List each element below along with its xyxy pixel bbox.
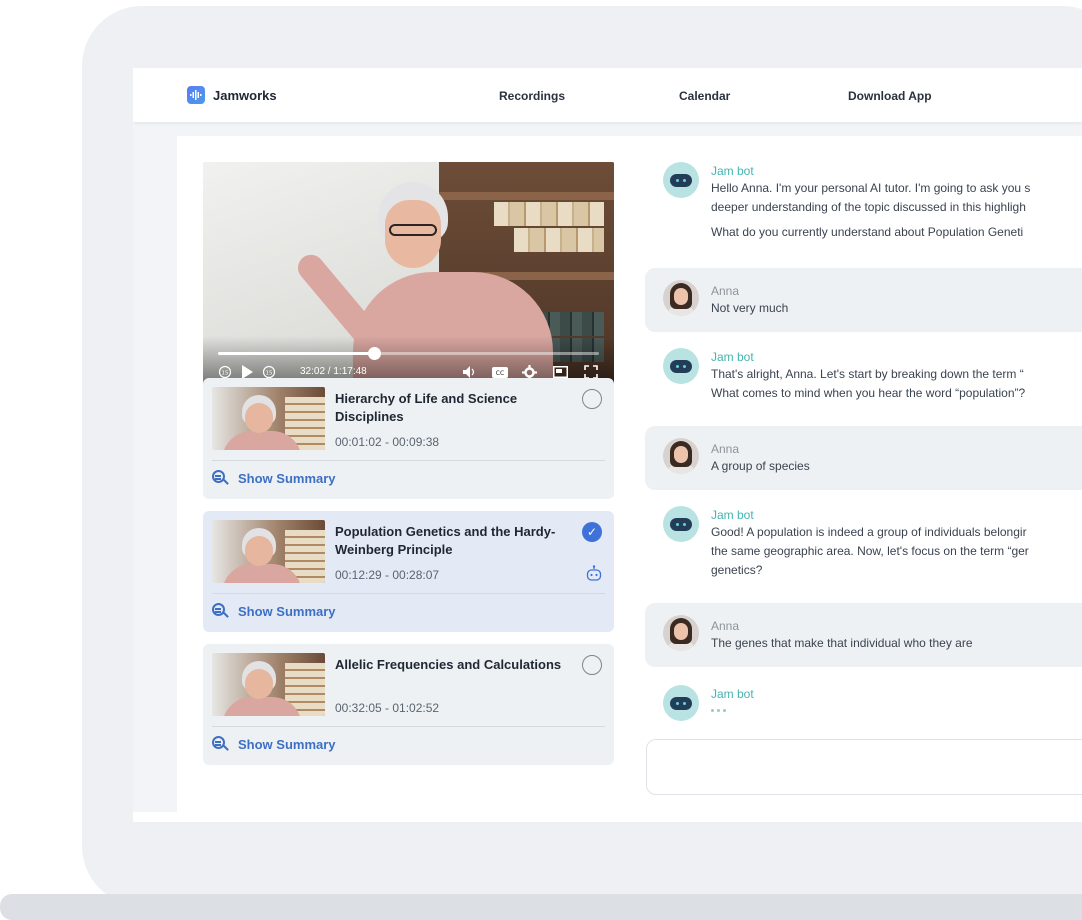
segment-divider: [212, 726, 605, 727]
user-avatar: [663, 280, 699, 316]
message-sender: Jam bot: [711, 508, 754, 522]
message-text-line: genetics?: [711, 563, 763, 577]
message-text-line: Not very much: [711, 301, 789, 315]
user-avatar: [663, 615, 699, 651]
message-text-line: deeper understanding of the topic discus…: [711, 200, 1026, 214]
segment-title: Population Genetics and the Hardy-Weinbe…: [335, 524, 556, 557]
waveform-logo-icon: [187, 86, 205, 104]
chat-message-input[interactable]: [646, 739, 1082, 795]
nav-calendar[interactable]: Calendar: [679, 89, 730, 103]
segment-title: Hierarchy of Life and Science Discipline…: [335, 391, 518, 424]
main-panel: 15 15 32:02 / 1:17:48 CC Hierarchy of Li…: [177, 136, 1082, 822]
panel-footer: [133, 812, 1082, 822]
message-sender: Jam bot: [711, 687, 754, 701]
empty-circle-icon[interactable]: [582, 389, 602, 409]
bot-message: Jam bot: [645, 677, 1082, 723]
message-sender: Jam bot: [711, 350, 754, 364]
summary-search-icon: [212, 603, 229, 620]
svg-text:CC: CC: [496, 370, 504, 377]
nav-download-app[interactable]: Download App: [848, 89, 932, 103]
check-circle-icon[interactable]: ✓: [582, 522, 602, 542]
segment-time-range: 00:01:02 - 00:09:38: [335, 435, 440, 449]
segment-title: Allelic Frequencies and Calculations: [335, 657, 562, 672]
show-summary-button[interactable]: Show Summary: [212, 470, 336, 487]
nav-recordings[interactable]: Recordings: [499, 89, 565, 103]
segment-card[interactable]: Hierarchy of Life and Science Discipline…: [203, 378, 614, 499]
svg-text:15: 15: [266, 371, 273, 377]
show-summary-label: Show Summary: [238, 737, 336, 752]
user-message: Anna Not very much: [645, 268, 1082, 332]
message-text-line: The genes that make that individual who …: [711, 636, 973, 650]
message-text-line: the same geographic area. Now, let's foc…: [711, 544, 1029, 558]
message-sender: Anna: [711, 619, 740, 633]
robot-avatar-icon: [663, 348, 699, 384]
video-progress-bar[interactable]: [218, 347, 599, 360]
message-text-line: Good! A population is indeed a group of …: [711, 525, 1027, 539]
video-time-readout: 32:02 / 1:17:48: [300, 366, 367, 377]
bot-message: Jam bot That's alright, Anna. Let's start…: [645, 340, 1082, 418]
message-sender: Anna: [711, 284, 740, 298]
robot-avatar-icon: [663, 162, 699, 198]
empty-circle-icon[interactable]: [582, 655, 602, 675]
segment-time-range: 00:32:05 - 01:02:52: [335, 701, 440, 715]
show-summary-button[interactable]: Show Summary: [212, 736, 336, 753]
segment-thumbnail[interactable]: [212, 387, 325, 450]
bot-message: Jam bot Hello Anna. I'm your personal AI …: [645, 154, 1082, 268]
typing-indicator: [711, 709, 726, 712]
message-sender: Anna: [711, 442, 740, 456]
user-avatar: [663, 438, 699, 474]
laptop-base: [0, 894, 1082, 920]
message-text-line: A group of species: [711, 459, 810, 473]
brand[interactable]: Jamworks: [187, 86, 277, 104]
segment-thumbnail[interactable]: [212, 653, 325, 716]
video-player[interactable]: 15 15 32:02 / 1:17:48 CC: [203, 162, 614, 392]
robot-icon[interactable]: [585, 565, 603, 583]
segment-card[interactable]: Population Genetics and the Hardy-Weinbe…: [203, 511, 614, 632]
brand-name: Jamworks: [213, 87, 277, 103]
message-sender: Jam bot: [711, 164, 754, 178]
laptop-mockup: Jamworks Recordings Calendar Download Ap…: [0, 0, 1082, 920]
summary-search-icon: [212, 470, 229, 487]
message-text-line: What comes to mind when you hear the wor…: [711, 386, 1026, 400]
message-text-line: Hello Anna. I'm your personal AI tutor. …: [711, 181, 1031, 195]
video-progress-fill: [218, 352, 375, 355]
summary-search-icon: [212, 736, 229, 753]
segment-time-range: 00:12:29 - 00:28:07: [335, 568, 440, 582]
robot-avatar-icon: [663, 685, 699, 721]
app-window: Jamworks Recordings Calendar Download Ap…: [133, 68, 1082, 822]
segment-card[interactable]: Allelic Frequencies and Calculations 00:3…: [203, 644, 614, 765]
svg-text:15: 15: [222, 371, 229, 377]
user-message: Anna The genes that make that individual …: [645, 603, 1082, 667]
segment-thumbnail[interactable]: [212, 520, 325, 583]
show-summary-label: Show Summary: [238, 471, 336, 486]
message-text-line: That's alright, Anna. Let's start by bre…: [711, 367, 1024, 381]
bot-message: Jam bot Good! A population is indeed a gr…: [645, 498, 1082, 596]
segment-divider: [212, 460, 605, 461]
show-summary-button[interactable]: Show Summary: [212, 603, 336, 620]
message-text-line: What do you currently understand about P…: [711, 225, 1024, 239]
show-summary-label: Show Summary: [238, 604, 336, 619]
user-message: Anna A group of species: [645, 426, 1082, 490]
robot-avatar-icon: [663, 506, 699, 542]
segment-divider: [212, 593, 605, 594]
top-navigation-bar: Jamworks Recordings Calendar Download Ap…: [133, 68, 1082, 122]
